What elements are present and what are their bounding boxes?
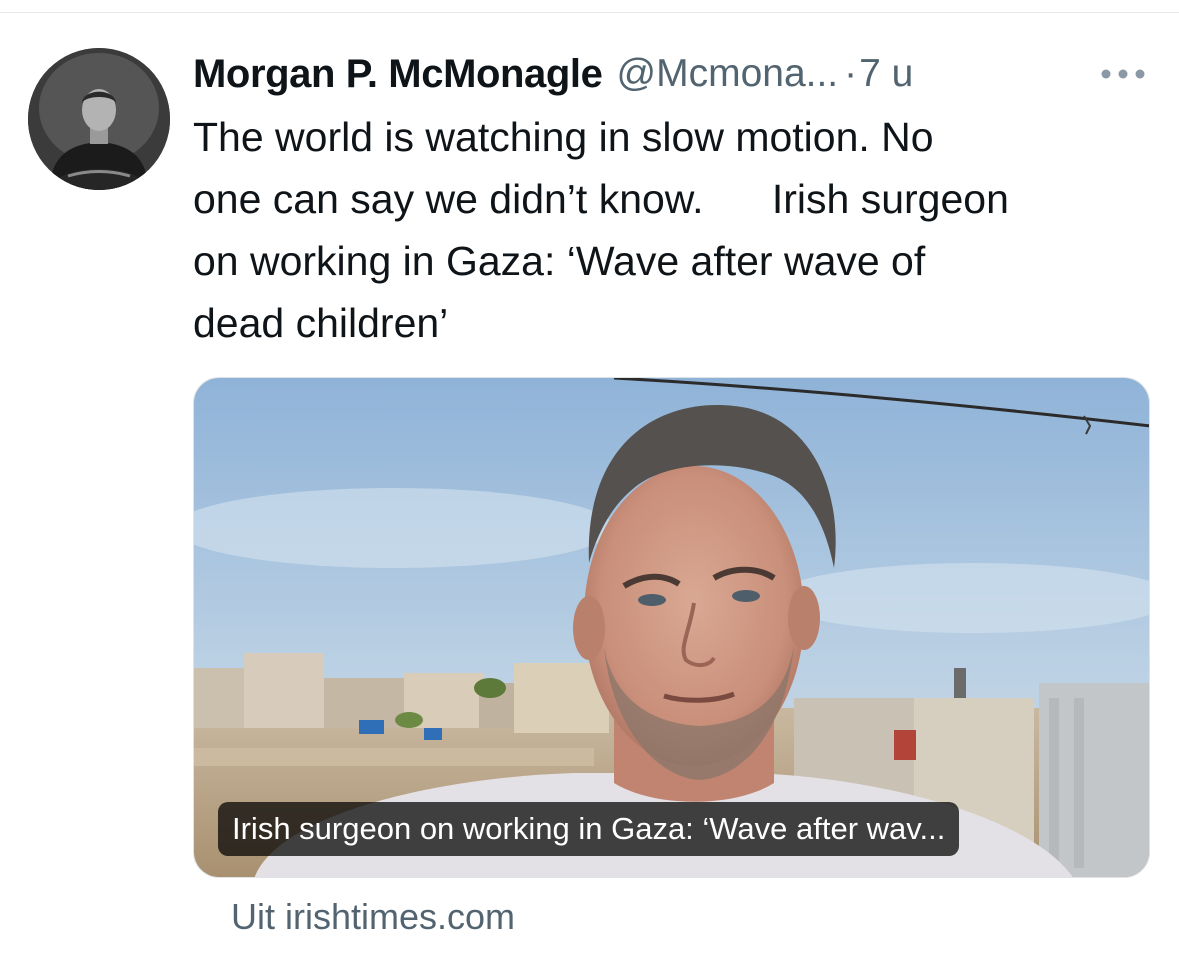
link-card-caption: Irish surgeon on working in Gaza: ‘Wave … — [218, 802, 960, 856]
avatar-photo — [28, 48, 170, 190]
tweet-timestamp[interactable]: 7 u — [859, 52, 913, 96]
link-card-source[interactable]: Uit irishtimes.com — [231, 890, 515, 944]
tweet-text: The world is watching in slow motion. No… — [193, 114, 1009, 346]
link-card[interactable]: Irish surgeon on working in Gaza: ‘Wave … — [193, 377, 1150, 878]
top-divider — [0, 12, 1179, 13]
more-options-button[interactable] — [1093, 54, 1153, 94]
tweet-header: Morgan P. McMonagle @Mcmona... · 7 u — [193, 46, 1153, 102]
more-dots-icon — [1101, 69, 1145, 79]
author-name[interactable]: Morgan P. McMonagle — [193, 52, 603, 97]
author-avatar[interactable] — [28, 48, 170, 190]
author-handle[interactable]: @Mcmona... — [617, 52, 839, 96]
header-separator: · — [844, 52, 858, 95]
